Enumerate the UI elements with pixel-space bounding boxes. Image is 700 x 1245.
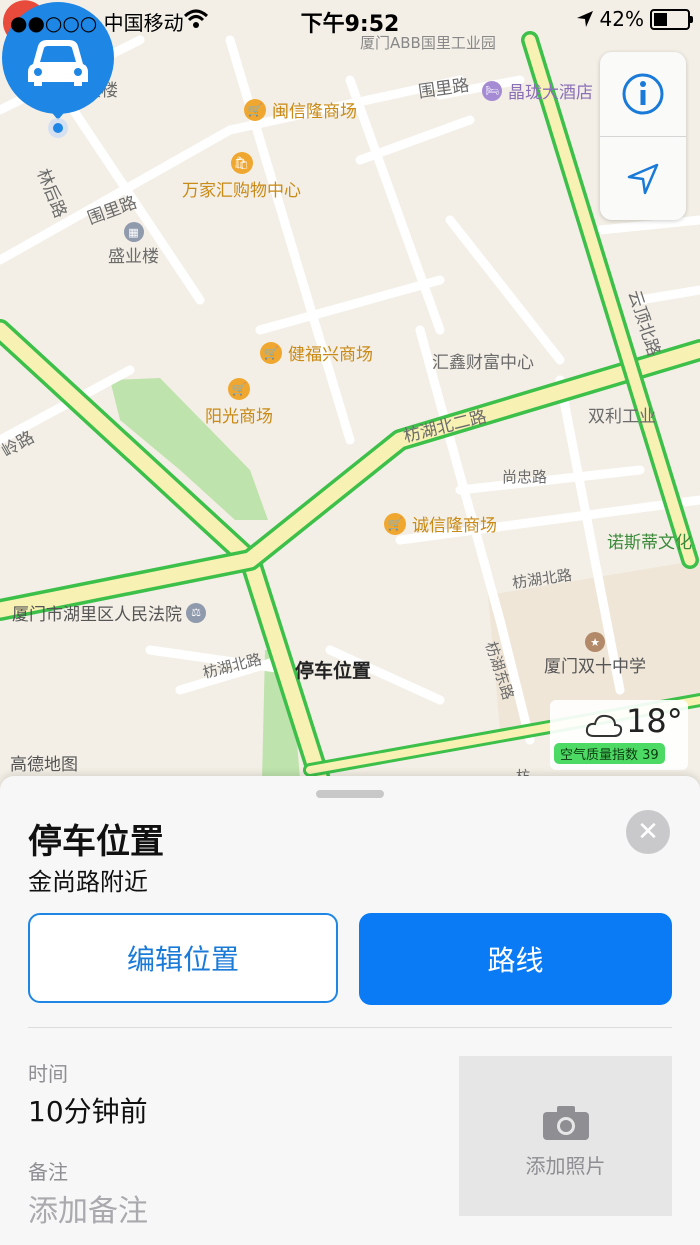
cloud-icon xyxy=(585,714,623,737)
add-photo-label: 添加照片 xyxy=(525,1154,606,1178)
shopping-cart-icon: 🛒 xyxy=(384,512,406,535)
school-icon: ★ xyxy=(585,632,605,652)
edit-location-button[interactable]: 编辑位置 xyxy=(28,913,338,1003)
time-label: 时间 xyxy=(28,1062,68,1086)
poi-minxinlong[interactable]: 🛒 闽信隆商场 xyxy=(244,97,357,122)
status-right: 42% xyxy=(576,7,693,31)
battery-percent: 42% xyxy=(599,7,644,31)
map-label-shuangli: 双利工业 xyxy=(588,407,656,427)
scales-icon: ⚖ xyxy=(186,602,206,623)
card-title: 停车位置 xyxy=(28,822,164,862)
weather-widget[interactable]: 18° 空气质量指数 39 xyxy=(550,700,688,770)
amap-logo: 高德地图 xyxy=(10,755,78,775)
close-icon: ✕ xyxy=(637,817,659,847)
map-controls xyxy=(600,52,686,220)
sheet-grabber[interactable] xyxy=(316,790,384,798)
info-button[interactable] xyxy=(600,52,686,136)
divider xyxy=(28,1027,672,1028)
poi-jianfuxing[interactable]: 🛒 健福兴商场 xyxy=(260,340,373,365)
status-bar: ●●○○○ 中国移动 下午9:52 42% xyxy=(0,0,700,38)
shopping-cart-icon: 🛒 xyxy=(260,341,282,364)
route-button[interactable]: 路线 xyxy=(359,913,672,1005)
shopping-cart-icon: 🛒 xyxy=(228,378,250,400)
note-input[interactable]: 添加备注 xyxy=(28,1186,148,1230)
map-label-shangzhong: 尚忠路 xyxy=(502,468,548,486)
shopping-bag-icon: 🛍 xyxy=(230,152,253,174)
map-label-huixin: 汇鑫财富中心 xyxy=(432,353,534,373)
building-icon: ▦ xyxy=(123,222,144,242)
poi-jinglong[interactable]: 🛏 晶珑大酒店 xyxy=(482,78,593,103)
map-label-nuosidi: 诺斯蒂文化 xyxy=(607,533,692,553)
hotel-bed-icon: 🛏 xyxy=(482,80,502,101)
close-button[interactable]: ✕ xyxy=(626,810,670,854)
poi-shuangshi[interactable]: ★ 厦门双十中学 xyxy=(544,632,646,677)
location-arrow-icon xyxy=(576,11,593,27)
shopping-cart-icon: 🛒 xyxy=(244,98,266,121)
location-arrow-icon xyxy=(627,163,659,195)
card-subtitle: 金尚路附近 xyxy=(28,868,148,896)
poi-yangguang[interactable]: 🛒 阳光商场 xyxy=(205,378,273,427)
parked-location-map-label: 停车位置 xyxy=(295,660,372,682)
poi-shengye[interactable]: ▦ 盛业楼 xyxy=(108,222,159,267)
camera-icon xyxy=(543,1106,589,1140)
note-label: 备注 xyxy=(28,1160,68,1184)
poi-court[interactable]: 厦门市湖里区人民法院 ⚖ xyxy=(12,600,206,625)
temperature: 18° xyxy=(626,702,683,740)
info-icon xyxy=(622,73,664,115)
map-view[interactable]: 厦门ABB国里工业园 锋展大楼 🛒 闽信隆商场 围里路 🛏 晶珑大酒店 🛍 万家… xyxy=(0,0,700,790)
poi-wanjiahui[interactable]: 🛍 万家汇购物中心 xyxy=(182,152,301,201)
air-quality-badge: 空气质量指数 39 xyxy=(554,743,665,764)
add-photo-button[interactable]: 添加照片 xyxy=(459,1056,672,1216)
battery-icon xyxy=(650,8,693,30)
parked-car-card: 停车位置 金尚路附近 ✕ 编辑位置 路线 时间 10分钟前 备注 添加备注 添加… xyxy=(0,776,700,1245)
locate-me-button[interactable] xyxy=(600,137,686,221)
poi-chengxinlong[interactable]: 🛒 诚信隆商场 xyxy=(384,511,497,536)
battery-level xyxy=(654,12,667,26)
time-value: 10分钟前 xyxy=(28,1095,148,1128)
